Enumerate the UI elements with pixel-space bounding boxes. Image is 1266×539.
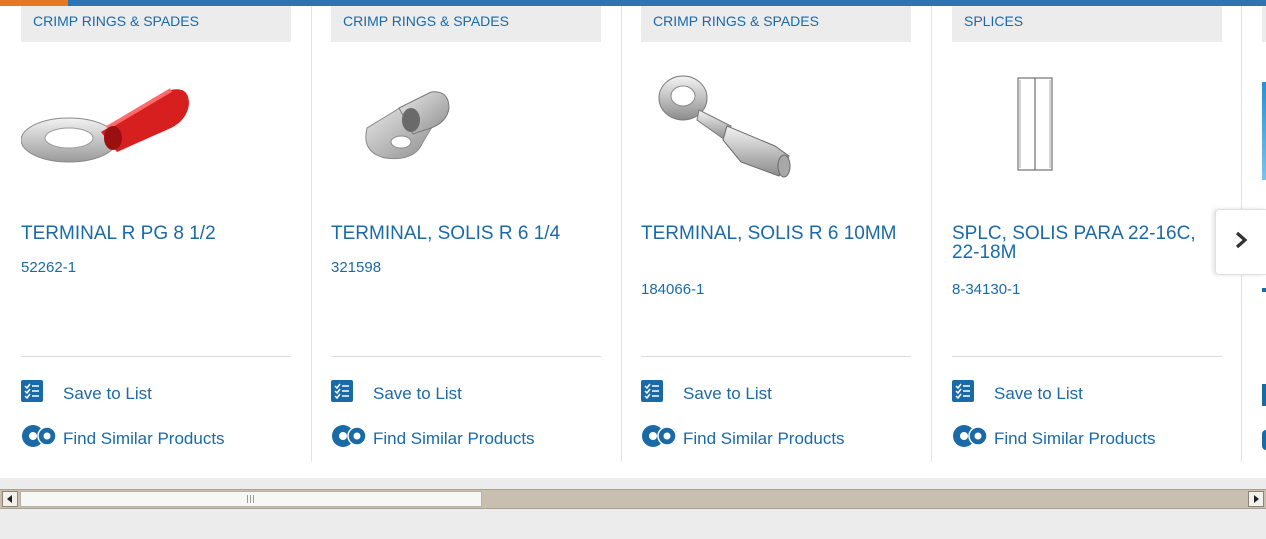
part-number[interactable]: 184066-1 — [641, 281, 704, 298]
card-divider — [931, 6, 932, 462]
gears-icon — [641, 424, 679, 453]
divider — [952, 356, 1222, 357]
checklist-icon — [331, 380, 353, 407]
divider — [21, 356, 291, 357]
save-to-list-label: Save to List — [994, 383, 1083, 403]
part-number[interactable]: 321598 — [331, 259, 381, 276]
product-card[interactable]: CRIMP RINGS & SPADES TERMINAL R PG 8 1/2… — [21, 6, 311, 462]
find-similar-label: Find Similar Products — [994, 428, 1156, 448]
product-title[interactable]: TERMINAL R PG 8 1/2 — [21, 224, 283, 243]
product-card[interactable]: CRIMP RINGS & SPADES TERMINAL, SOLIS R 6… — [641, 6, 931, 462]
next-card-category — [1262, 6, 1266, 42]
category-label[interactable]: SPLICES — [952, 6, 1222, 42]
category-label[interactable]: CRIMP RINGS & SPADES — [331, 6, 601, 42]
save-to-list-label: Save to List — [373, 383, 462, 403]
category-label[interactable]: CRIMP RINGS & SPADES — [641, 6, 911, 42]
gears-icon — [21, 424, 59, 453]
gears-icon — [952, 424, 990, 453]
checklist-icon — [641, 380, 663, 407]
card-divider — [311, 6, 312, 462]
find-similar-link[interactable]: Find Similar Products — [952, 424, 1156, 453]
product-title[interactable]: TERMINAL, SOLIS R 6 1/4 — [331, 224, 593, 243]
next-card-save-icon — [1262, 384, 1266, 406]
part-number[interactable]: 8-34130-1 — [952, 281, 1020, 298]
carousel-next-button[interactable] — [1215, 209, 1266, 275]
part-number[interactable]: 52262-1 — [21, 259, 76, 276]
grip-icon — [247, 495, 255, 503]
checklist-icon — [21, 380, 43, 407]
divider — [331, 356, 601, 357]
find-similar-label: Find Similar Products — [63, 428, 225, 448]
find-similar-label: Find Similar Products — [373, 428, 535, 448]
save-to-list-label: Save to List — [683, 383, 772, 403]
next-card-similar-icon — [1262, 430, 1266, 450]
product-card[interactable]: CRIMP RINGS & SPADES TERMINAL, SOLIS R 6… — [331, 6, 621, 462]
checklist-icon — [952, 380, 974, 407]
card-divider — [621, 6, 622, 462]
scrollbar-thumb[interactable] — [20, 491, 482, 507]
product-image[interactable] — [331, 60, 601, 190]
gears-icon — [331, 424, 369, 453]
find-similar-link[interactable]: Find Similar Products — [21, 424, 225, 453]
product-image[interactable] — [641, 60, 911, 190]
scroll-left-button[interactable] — [2, 491, 18, 507]
find-similar-link[interactable]: Find Similar Products — [641, 424, 845, 453]
product-card[interactable]: SPLICES SPLC, SOLIS PARA 22-16C, 22-18M … — [952, 6, 1242, 462]
save-to-list-link[interactable]: Save to List — [952, 380, 1083, 407]
arrow-left-icon — [7, 495, 12, 503]
find-similar-link[interactable]: Find Similar Products — [331, 424, 535, 453]
save-to-list-link[interactable]: Save to List — [641, 380, 772, 407]
find-similar-label: Find Similar Products — [683, 428, 845, 448]
chevron-right-icon — [1234, 231, 1248, 254]
product-title[interactable]: SPLC, SOLIS PARA 22-16C, 22-18M — [952, 224, 1214, 262]
next-card-part-number — [1262, 288, 1266, 292]
horizontal-scrollbar[interactable] — [0, 489, 1266, 509]
category-label[interactable]: CRIMP RINGS & SPADES — [21, 6, 291, 42]
arrow-right-icon — [1254, 495, 1259, 503]
scroll-right-button[interactable] — [1248, 491, 1264, 507]
save-to-list-link[interactable]: Save to List — [331, 380, 462, 407]
save-to-list-link[interactable]: Save to List — [21, 380, 152, 407]
product-title[interactable]: TERMINAL, SOLIS R 6 10MM — [641, 224, 903, 243]
divider — [641, 356, 911, 357]
product-carousel: CRIMP RINGS & SPADES TERMINAL R PG 8 1/2… — [0, 6, 1266, 478]
product-image[interactable] — [952, 60, 1222, 190]
product-image[interactable] — [21, 60, 291, 190]
next-card-image — [1262, 82, 1266, 180]
save-to-list-label: Save to List — [63, 383, 152, 403]
